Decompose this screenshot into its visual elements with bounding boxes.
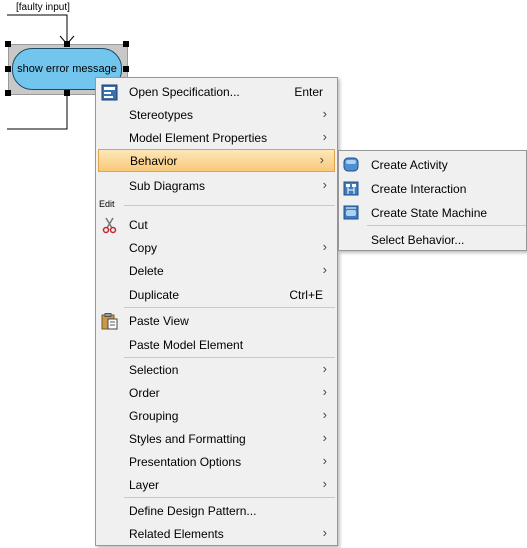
menu-separator [124,307,335,308]
menu-item-label: Grouping [129,409,179,423]
menu-item-label: Cut [129,218,148,232]
resize-handle[interactable] [5,90,11,96]
resize-handle[interactable] [64,90,70,96]
menu-item-define-design-pattern[interactable]: Define Design Pattern... [96,500,337,523]
menu-group-label-edit: Edit [99,199,115,209]
menu-item-label: Model Element Properties [129,131,268,145]
menu-item-label: Open Specification... [129,85,240,99]
submenu-item-label: Create State Machine [371,206,488,220]
menu-item-label: Delete [129,264,164,278]
context-menu: Open Specification... Enter Stereotypes … [95,77,338,546]
interaction-icon [343,181,359,196]
menu-item-label: Stereotypes [129,108,194,122]
menu-item-label: Layer [129,478,160,492]
menu-item-label: Behavior [130,154,178,168]
chevron-right-icon: › [322,262,327,277]
menu-item-presentation-options[interactable]: Presentation Options › [96,451,337,474]
menu-item-selection[interactable]: Selection › [96,359,337,382]
menu-item-stereotypes[interactable]: Stereotypes › [96,104,337,127]
menu-separator [124,357,335,358]
menu-item-behavior[interactable]: Behavior › [98,149,335,172]
menu-item-cut[interactable]: Cut [96,214,337,237]
chevron-right-icon: › [322,177,327,192]
submenu-item-label: Create Activity [371,158,448,172]
menu-item-label: Paste View [129,314,189,328]
menu-item-order[interactable]: Order › [96,382,337,405]
menu-item-open-specification[interactable]: Open Specification... Enter [96,81,337,104]
specification-icon [101,84,118,101]
submenu-item-label: Create Interaction [371,182,467,196]
chevron-right-icon: › [322,106,327,121]
resize-handle[interactable] [5,66,11,72]
behavior-submenu: Create Activity Create Interaction Creat… [338,150,527,251]
menu-item-label: Copy [129,241,158,255]
resize-handle[interactable] [64,41,70,47]
menu-item-label: Paste Model Element [129,338,244,352]
menu-item-paste-view[interactable]: Paste View [96,310,337,333]
menu-item-styles-and-formatting[interactable]: Styles and Formatting › [96,428,337,451]
menu-item-label: Selection [129,363,179,377]
activity-icon [343,157,359,172]
state-machine-icon [343,205,359,220]
resize-handle[interactable] [123,41,129,47]
menu-item-related-elements[interactable]: Related Elements › [96,523,337,546]
shortcut-label: Ctrl+E [289,288,323,302]
submenu-item-create-activity[interactable]: Create Activity [339,153,526,176]
chevron-right-icon: › [322,384,327,399]
menu-item-label: Duplicate [129,288,180,302]
chevron-right-icon: › [322,407,327,422]
menu-item-label: Sub Diagrams [129,179,206,193]
menu-item-grouping[interactable]: Grouping › [96,405,337,428]
menu-item-label: Define Design Pattern... [129,504,257,518]
menu-item-label: Styles and Formatting [129,432,246,446]
menu-item-label: Related Elements [129,527,224,541]
menu-item-layer[interactable]: Layer › [96,474,337,497]
clipboard-icon [101,313,118,330]
menu-item-label: Order [129,386,160,400]
chevron-right-icon: › [322,476,327,491]
submenu-item-create-state-machine[interactable]: Create State Machine [339,201,526,224]
menu-item-delete[interactable]: Delete › [96,260,337,283]
resize-handle[interactable] [5,41,11,47]
menu-separator [124,497,335,498]
guard-label: [faulty input] [16,2,70,13]
menu-separator [124,205,335,206]
menu-item-duplicate[interactable]: Duplicate Ctrl+E [96,284,337,307]
resize-handle[interactable] [123,66,129,72]
submenu-separator [367,225,526,226]
chevron-right-icon: › [322,239,327,254]
chevron-right-icon: › [322,525,327,540]
shortcut-label: Enter [294,85,323,99]
submenu-item-create-interaction[interactable]: Create Interaction [339,177,526,200]
chevron-right-icon: › [322,129,327,144]
submenu-item-select-behavior[interactable]: Select Behavior... [339,228,526,251]
menu-item-paste-model-element[interactable]: Paste Model Element [96,334,337,357]
chevron-right-icon: › [322,453,327,468]
menu-item-copy[interactable]: Copy › [96,237,337,260]
chevron-right-icon: › [322,361,327,376]
chevron-right-icon: › [322,430,327,445]
menu-item-sub-diagrams[interactable]: Sub Diagrams › [96,175,337,198]
submenu-item-label: Select Behavior... [371,233,465,247]
menu-item-label: Presentation Options [129,455,242,469]
chevron-right-icon: › [319,152,324,167]
scissors-icon [101,217,118,234]
menu-item-model-element-properties[interactable]: Model Element Properties › [96,127,337,150]
